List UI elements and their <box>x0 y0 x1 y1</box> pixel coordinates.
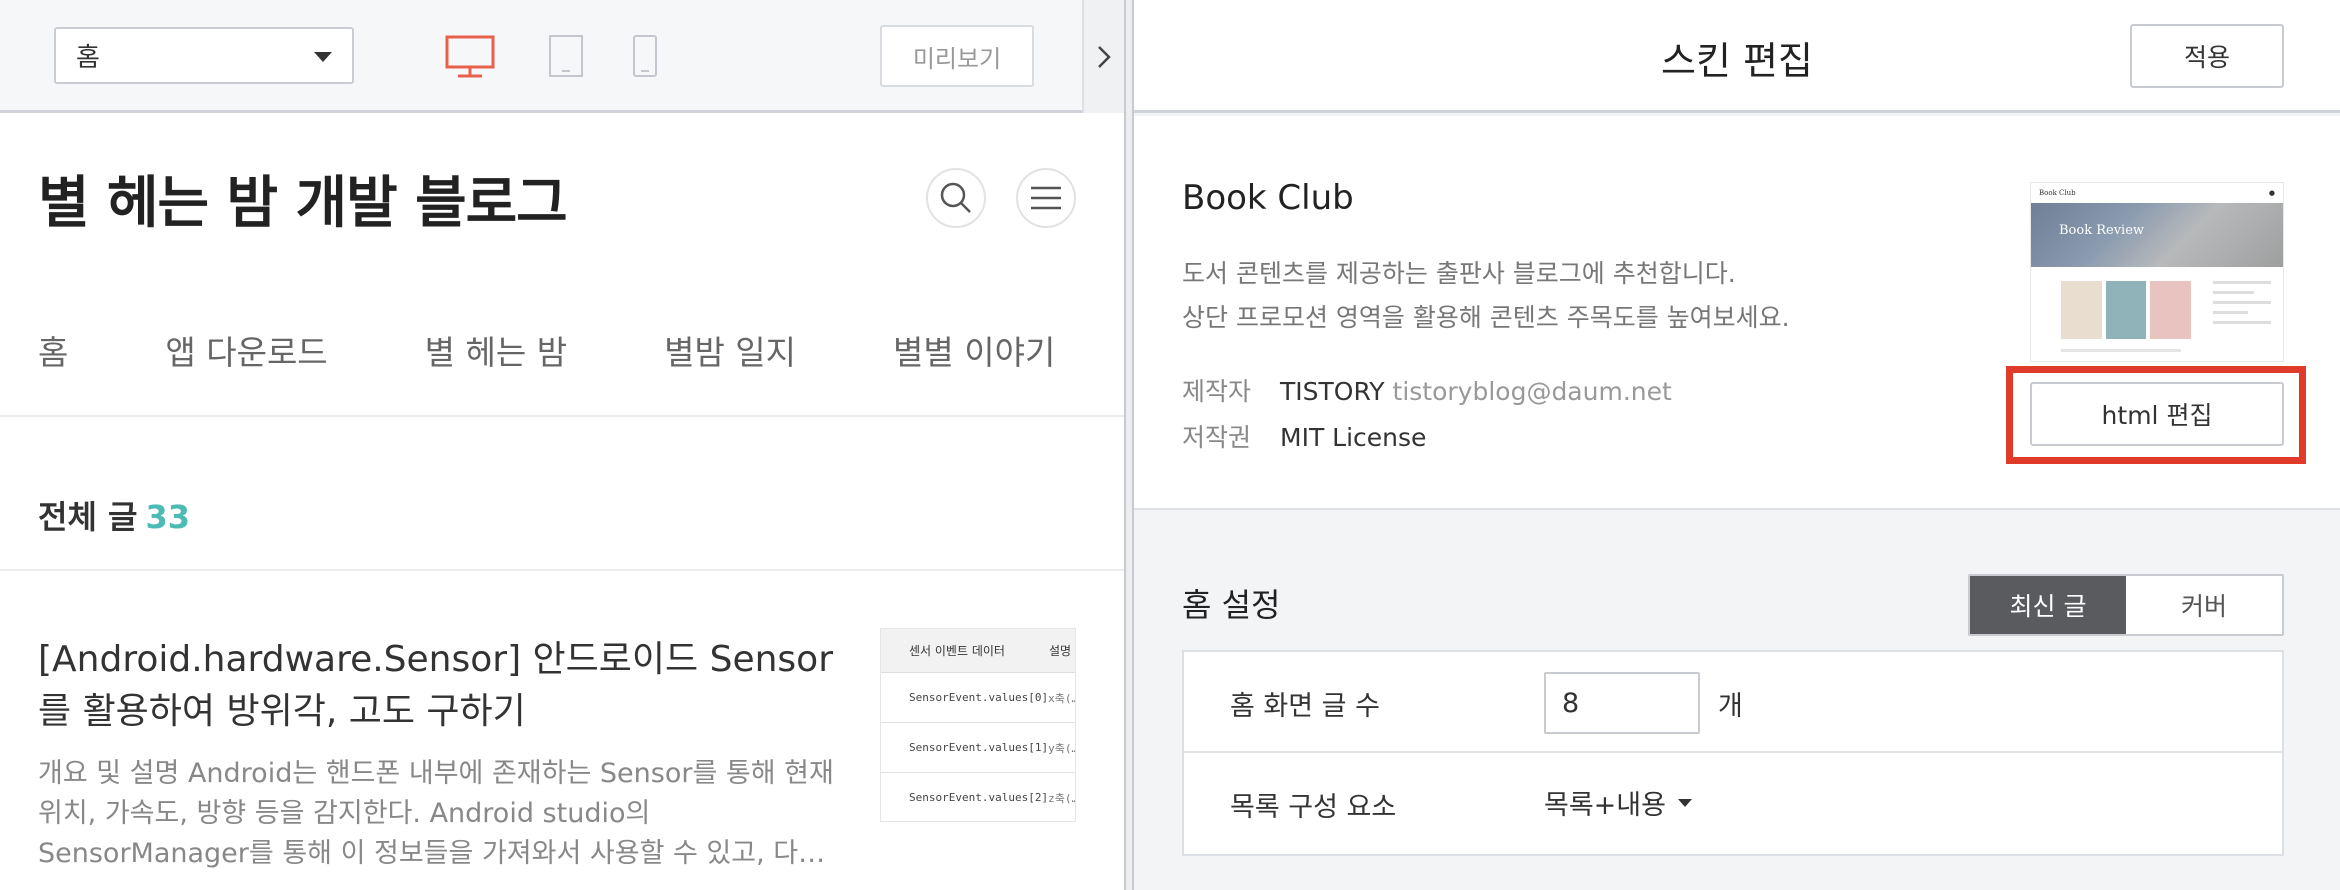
skin-license: 저작권 MIT License <box>1182 418 1426 454</box>
collapse-panel-button[interactable] <box>1082 0 1124 113</box>
thumb-footer-line <box>2061 349 2181 352</box>
thumb-book-card <box>2105 281 2147 339</box>
monitor-icon[interactable] <box>444 34 496 84</box>
thumb-table-row: SensorEvent.values[2] z축(… <box>881 773 1076 821</box>
home-settings-label: 홈 설정 <box>1182 586 1281 624</box>
thumb-site-header: Book Club ● <box>2031 183 2283 203</box>
skin-description-line: 도서 콘텐츠를 제공하는 출판사 블로그에 추천합니다. <box>1182 259 1736 288</box>
thumb-table-row: SensorEvent.values[0] x축(… <box>881 673 1075 723</box>
tab-latest-posts[interactable]: 최신 글 <box>1970 576 2126 634</box>
search-button[interactable] <box>926 168 986 228</box>
preview-toolbar: 홈 미리보기 <box>0 0 1124 113</box>
skin-thumbnail: Book Club ● Book Review <box>2030 182 2284 362</box>
thumb-table-row: SensorEvent.values[1] y축(… <box>881 723 1075 773</box>
total-posts-label: 전체 글 <box>38 498 138 536</box>
post-title[interactable]: [Android.hardware.Sensor] 안드로이드 Sensor를 … <box>38 634 858 738</box>
post-count-label: 홈 화면 글 수 <box>1230 691 1380 722</box>
thumb-cell: SensorEvent.values[0] <box>909 691 1049 704</box>
chevron-right-icon <box>1098 45 1111 68</box>
page-select-value: 홈 <box>76 43 100 73</box>
list-elements-label: 목록 구성 요소 <box>1230 792 1397 823</box>
blog-nav: 홈 앱 다운로드 별 헤는 밤 별밤 일지 별별 이야기 <box>38 326 1124 374</box>
pane-resize-handle[interactable] <box>1124 0 1134 890</box>
skin-description: 도서 콘텐츠를 제공하는 출판사 블로그에 추천합니다. 상단 프로모션 영역을… <box>1182 252 1790 340</box>
apply-button[interactable]: 적용 <box>2130 24 2284 88</box>
blog-title[interactable]: 별 헤는 밤 개발 블로그 <box>38 158 568 239</box>
thumb-site-title: Book Club <box>2039 189 2076 197</box>
thumb-dot-icon: ● <box>2268 189 2275 197</box>
thumb-cell: x축(… <box>1048 691 1076 705</box>
divider <box>0 415 1124 417</box>
page-select[interactable]: 홈 <box>54 27 354 84</box>
divider <box>0 569 1124 571</box>
caret-down-icon <box>1677 798 1692 807</box>
list-elements-select[interactable]: 목록+내용 <box>1544 783 1692 822</box>
skin-description-line: 상단 프로모션 영역을 활용해 콘텐츠 주목도를 높여보세요. <box>1182 303 1790 332</box>
caret-down-icon <box>314 52 332 62</box>
post-count-input[interactable] <box>1544 672 1700 734</box>
thumb-book-card <box>2061 281 2102 339</box>
license-value: MIT License <box>1280 423 1427 452</box>
nav-item-night-diary[interactable]: 별밤 일지 <box>664 326 796 374</box>
nav-item-home[interactable]: 홈 <box>38 326 68 374</box>
thumb-body <box>2031 267 2283 339</box>
preview-pane: 홈 미리보기 별 헤는 밤 개발 블로그 홈 앱 다운로드 별 헤는 밤 별밤 … <box>0 0 1124 890</box>
tab-cover[interactable]: 커버 <box>2126 576 2282 634</box>
thumb-text-lines <box>2212 281 2271 339</box>
thumb-cell: SensorEvent.values[2] <box>909 791 1049 804</box>
total-posts: 전체 글 33 <box>38 492 190 538</box>
list-elements-value: 목록+내용 <box>1544 790 1666 821</box>
skin-maker: 제작자 TISTORY tistoryblog@daum.net <box>1182 372 1672 408</box>
thumb-header-cell: 센서 이벤트 데이터 <box>909 644 1005 658</box>
thumb-banner-text: Book Review <box>2059 223 2145 238</box>
skin-name: Book Club <box>1182 178 1354 218</box>
license-label: 저작권 <box>1182 423 1252 452</box>
thumb-cell: z축(… <box>1048 791 1076 805</box>
hamburger-icon <box>1031 186 1061 210</box>
home-settings-table: 홈 화면 글 수 개 목록 구성 요소 목록+내용 <box>1182 650 2284 856</box>
thumb-cell: SensorEvent.values[1] <box>909 741 1049 754</box>
nav-item-starry-night[interactable]: 별 헤는 밤 <box>425 326 567 374</box>
tablet-icon[interactable] <box>548 34 584 82</box>
skin-info-card: Book Club 도서 콘텐츠를 제공하는 출판사 블로그에 추천합니다. 상… <box>1134 116 2340 510</box>
skin-settings-pane: 스킨 편집 적용 Book Club 도서 콘텐츠를 제공하는 출판사 블로그에… <box>1134 0 2340 890</box>
maker-email: tistoryblog@daum.net <box>1392 377 1672 406</box>
thumb-book-card <box>2150 281 2191 339</box>
nav-item-app-download[interactable]: 앱 다운로드 <box>165 326 327 374</box>
setting-row-post-count: 홈 화면 글 수 개 <box>1184 652 2282 753</box>
total-posts-count: 33 <box>145 498 190 536</box>
post-excerpt[interactable]: 개요 및 설명 Android는 핸드폰 내부에 존재하는 Sensor를 통해… <box>38 754 838 874</box>
home-type-toggle: 최신 글 커버 <box>1968 574 2284 636</box>
menu-button[interactable] <box>1016 168 1076 228</box>
maker-label: 제작자 <box>1182 377 1252 406</box>
phone-icon[interactable] <box>632 34 658 82</box>
thumb-cell: y축(… <box>1048 741 1076 755</box>
settings-header: 스킨 편집 적용 <box>1134 0 2340 113</box>
search-icon <box>940 182 971 213</box>
preview-button[interactable]: 미리보기 <box>880 25 1034 87</box>
thumb-header-cell: 설명 <box>1049 644 1072 658</box>
nav-item-stories[interactable]: 별별 이야기 <box>893 326 1055 374</box>
maker-name: TISTORY <box>1280 377 1385 406</box>
html-edit-button[interactable]: html 편집 <box>2030 382 2284 446</box>
thumb-banner: Book Review <box>2031 203 2283 267</box>
thumb-table-header: 센서 이벤트 데이터 설명 <box>881 629 1075 673</box>
post-thumbnail[interactable]: 센서 이벤트 데이터 설명 SensorEvent.values[0] x축(…… <box>880 628 1076 822</box>
post-count-unit: 개 <box>1718 691 1743 722</box>
setting-row-list-elements: 목록 구성 요소 목록+내용 <box>1184 753 2282 854</box>
